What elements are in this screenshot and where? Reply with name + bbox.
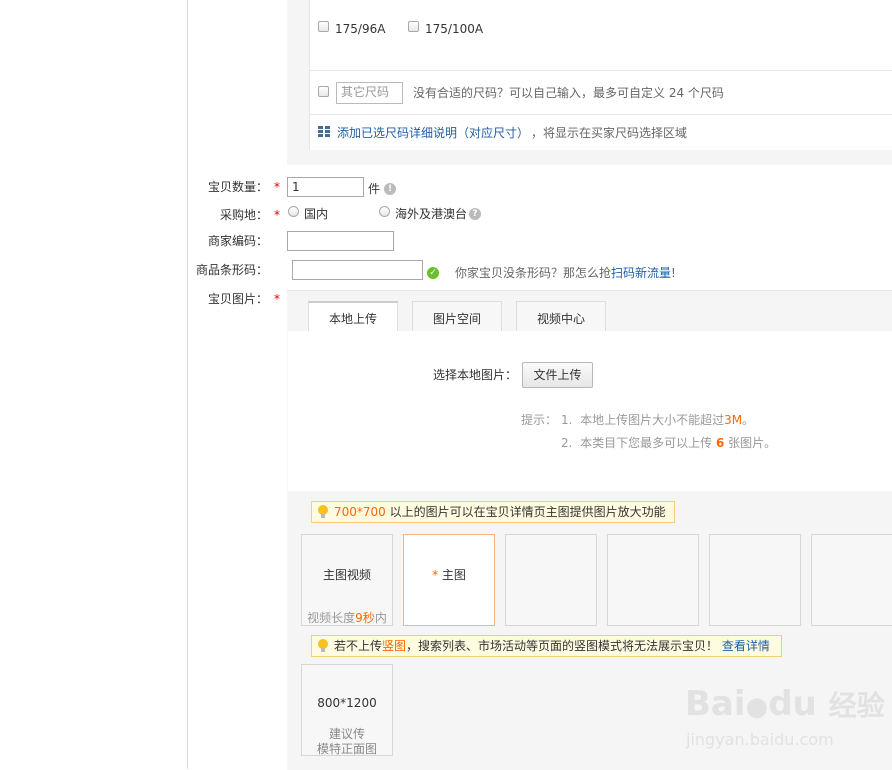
merchant-code-label: 商家编码： <box>207 234 268 248</box>
zoom-tip-bar: 700*700 以上的图片可以在宝贝详情页主图提供图片放大功能 <box>311 501 675 523</box>
list-grid-icon <box>318 126 330 137</box>
scan-traffic-link[interactable]: 扫码新流量 <box>611 266 671 280</box>
quantity-unit: 件 <box>368 182 381 196</box>
vertical-size-label: 800*1200 <box>317 696 377 710</box>
vertical-tip-link[interactable]: 竖图 <box>382 639 406 653</box>
vertical-hint-line2: 模特正面图 <box>316 742 377 756</box>
help-icon[interactable]: ! <box>384 183 396 195</box>
image-slot[interactable] <box>607 534 699 626</box>
left-divider <box>187 0 188 769</box>
purchase-place-label: 采购地： <box>219 208 268 222</box>
required-mark: * <box>274 292 280 306</box>
size-checkbox-175-100a[interactable] <box>408 21 419 32</box>
main-video-label: 主图视频 <box>322 568 371 582</box>
local-upload-area <box>288 331 892 491</box>
image-slot[interactable] <box>709 534 801 626</box>
barcode-input[interactable] <box>292 260 423 280</box>
images-label: 宝贝图片： <box>207 292 268 306</box>
required-mark: * <box>274 208 280 222</box>
help-icon[interactable]: ? <box>469 208 481 220</box>
file-upload-button[interactable]: 文件上传 <box>522 362 593 388</box>
baidu-watermark-logo: Bai●du 经验 <box>685 684 885 724</box>
main-image-required-mark: * <box>432 568 439 582</box>
paw-icon: ● <box>745 692 769 722</box>
video-length-hint: 视频长度9秒内 <box>302 609 392 626</box>
divider <box>309 114 892 115</box>
tip-1-end: 。 <box>742 413 755 427</box>
main-image-text: 主图 <box>441 568 466 582</box>
quantity-input[interactable]: 1 <box>287 177 364 197</box>
barcode-label: 商品条形码： <box>195 263 268 277</box>
main-image-label: * 主图 <box>404 566 494 583</box>
vertical-tip-text-2: ，搜索列表、市场活动等页面的竖图模式将无法展示宝贝！ <box>406 639 719 653</box>
barcode-hint-text: 你家宝贝没条形码？那怎么抢 <box>455 266 612 280</box>
radio-domestic[interactable] <box>288 206 299 217</box>
image-slot[interactable] <box>811 534 892 626</box>
size-label-175-100a: 175/100A <box>425 22 484 36</box>
divider <box>309 70 892 71</box>
view-details-link[interactable]: 查看详情 <box>722 639 770 653</box>
watermark-url: jingyan.baidu.com <box>686 730 834 749</box>
tip-2: 2. 本类目下您最多可以上传 6 张图片。 <box>561 436 776 450</box>
size-checkbox-175-96a[interactable] <box>318 21 329 32</box>
tip-2-value: 6 <box>715 436 725 450</box>
video-length-text: 视频长度 <box>307 611 356 625</box>
video-length-end: 内 <box>374 611 387 625</box>
barcode-hint: 你家宝贝没条形码？那怎么抢扫码新流量! <box>455 266 676 280</box>
watermark-brand-a: Bai <box>685 684 746 724</box>
other-size-checkbox[interactable] <box>318 86 329 97</box>
lightbulb-icon <box>318 639 328 652</box>
radio-domestic-label: 国内 <box>304 207 329 221</box>
size-detail-link[interactable]: 添加已选尺码详细说明（对应尺寸） <box>337 126 529 140</box>
main-image-slot[interactable]: * 主图 <box>403 534 495 626</box>
tip-2-num: 2. <box>561 436 573 450</box>
tip-2-end: 张图片。 <box>728 436 777 450</box>
tip-1-value: 3M <box>724 413 743 427</box>
barcode-hint-end: ! <box>671 266 676 280</box>
merchant-code-input[interactable] <box>287 231 394 251</box>
tip-label: 提示： <box>521 413 558 427</box>
video-length-value: 9秒 <box>355 611 375 625</box>
zoom-tip-size: 700*700 <box>334 505 386 519</box>
tip-1: 1. 本地上传图片大小不能超过3M。 <box>561 413 754 427</box>
lightbulb-icon <box>318 505 328 518</box>
watermark-brand-b: du <box>768 684 817 724</box>
vertical-image-tip-bar: 若不上传竖图，搜索列表、市场活动等页面的竖图模式将无法展示宝贝！ 查看详情 <box>311 635 782 657</box>
watermark-brand-cn: 经验 <box>828 689 885 722</box>
tab-image-space[interactable]: 图片空间 <box>412 301 502 332</box>
select-local-image-label: 选择本地图片： <box>433 368 518 382</box>
radio-overseas-label: 海外及港澳台 <box>395 207 468 221</box>
tip-1-num: 1. <box>561 413 573 427</box>
required-mark: * <box>274 180 280 194</box>
zoom-tip-text: 以上的图片可以在宝贝详情页主图提供图片放大功能 <box>389 505 666 519</box>
tab-local-upload[interactable]: 本地上传 <box>308 301 398 332</box>
tab-video-center[interactable]: 视频中心 <box>516 301 606 332</box>
image-slot[interactable] <box>505 534 597 626</box>
main-video-slot[interactable]: 主图视频 视频长度9秒内 <box>301 534 393 626</box>
check-icon: ✓ <box>427 267 439 279</box>
quantity-label: 宝贝数量： <box>207 180 268 194</box>
size-label-175-96a: 175/96A <box>335 22 386 36</box>
tip-2-text: 本类目下您最多可以上传 <box>580 436 713 450</box>
other-size-input[interactable]: 其它尺码 <box>336 82 403 104</box>
tip-1-text: 本地上传图片大小不能超过 <box>580 413 725 427</box>
radio-overseas[interactable] <box>379 206 390 217</box>
size-detail-suffix: ，将显示在买家尺码选择区域 <box>531 126 688 140</box>
vertical-image-slot[interactable]: 800*1200 建议传 模特正面图 <box>301 664 393 756</box>
vertical-tip-text: 若不上传 <box>334 639 383 653</box>
other-size-hint: 没有合适的尺码？可以自己输入，最多可自定义 24 个尺码 <box>413 86 724 100</box>
